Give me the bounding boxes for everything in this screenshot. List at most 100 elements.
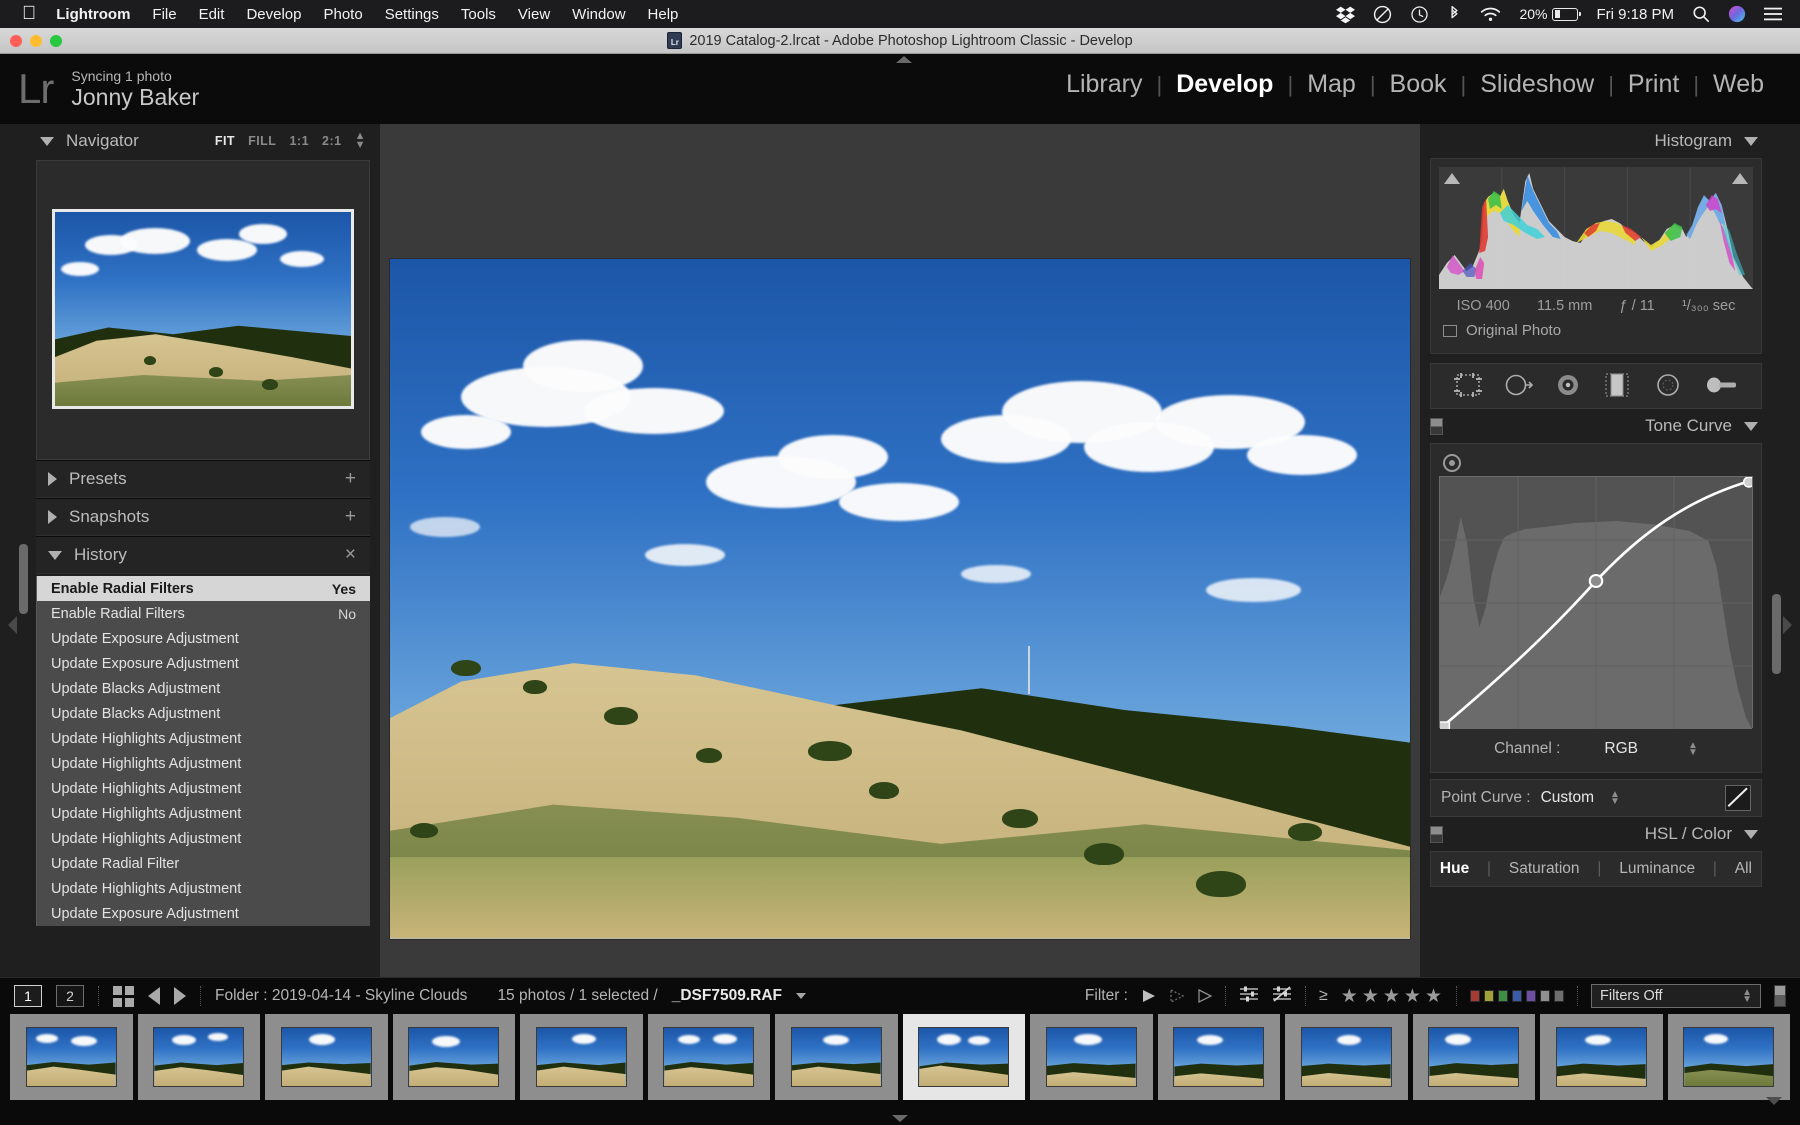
filmstrip-thumbnail[interactable] (10, 1014, 133, 1100)
chevron-right-icon[interactable] (48, 472, 57, 486)
chevron-down-icon[interactable] (1744, 137, 1758, 146)
tab-all[interactable]: All (1735, 860, 1752, 878)
right-panel-toggle-arrow[interactable] (1783, 616, 1792, 634)
bottom-panel-toggle-arrow[interactable] (892, 1115, 908, 1122)
hsl-color-header[interactable]: HSL / Color (1420, 817, 1772, 851)
histogram-graph[interactable] (1439, 167, 1753, 289)
history-row[interactable]: Update Exposure Adjustment (37, 901, 370, 926)
history-row[interactable]: Update Highlights Adjustment (37, 876, 370, 901)
filmstrip-thumbnail[interactable] (648, 1014, 771, 1100)
history-row[interactable]: Update Highlights Adjustment (37, 776, 370, 801)
virtual-copy-icon[interactable] (1272, 985, 1292, 1008)
identity-plate[interactable]: Syncing 1 photo Jonny Baker (71, 68, 199, 111)
original-photo-checkbox-icon[interactable] (1443, 325, 1457, 337)
flag-unflagged-icon[interactable] (1169, 988, 1184, 1004)
red-eye-tool-icon[interactable] (1554, 372, 1588, 400)
history-row[interactable]: Update Highlights Adjustment (37, 826, 370, 851)
spot-removal-tool-icon[interactable] (1503, 372, 1537, 400)
radial-filter-tool-icon[interactable] (1654, 372, 1688, 400)
search-icon[interactable] (1692, 5, 1710, 23)
menu-item-lightroom[interactable]: Lightroom (56, 6, 130, 23)
histogram-panel[interactable]: ISO 400 11.5 mm ƒ / 11 ¹/₃₀₀ sec Origina… (1430, 158, 1762, 354)
adjustment-brush-tool-icon[interactable] (1705, 372, 1739, 400)
snapshots-section-header[interactable]: Snapshots + (36, 498, 370, 536)
module-develop[interactable]: Develop (1162, 70, 1287, 99)
color-label-green[interactable] (1498, 990, 1508, 1002)
filmstrip-thumbnail[interactable] (1158, 1014, 1281, 1100)
dropbox-icon[interactable] (1336, 5, 1355, 24)
left-panel-toggle-arrow[interactable] (8, 616, 17, 634)
tab-luminance[interactable]: Luminance (1619, 860, 1695, 878)
filmstrip-thumbnail[interactable] (138, 1014, 261, 1100)
chevron-down-icon[interactable] (48, 551, 62, 560)
shadow-clipping-indicator[interactable] (1443, 171, 1461, 187)
history-row[interactable]: Enable Radial Filters No (37, 601, 370, 626)
menu-item-develop[interactable]: Develop (246, 6, 301, 23)
grid-view-icon[interactable] (113, 986, 134, 1007)
filmstrip-thumbnail-selected[interactable] (903, 1014, 1026, 1100)
filmstrip-thumbnail[interactable] (265, 1014, 388, 1100)
clear-history-icon[interactable]: × (345, 544, 356, 566)
module-slideshow[interactable]: Slideshow (1466, 70, 1608, 99)
filters-select[interactable]: Filters Off ▲▼ (1591, 984, 1761, 1008)
star-icon[interactable]: ★ (1383, 985, 1401, 1008)
chevron-down-icon[interactable] (1744, 830, 1758, 839)
minimize-button[interactable] (30, 35, 42, 47)
rating-stars[interactable]: ★ ★ ★ ★ ★ (1341, 985, 1443, 1008)
module-library[interactable]: Library (1052, 70, 1156, 99)
menu-item-tools[interactable]: Tools (461, 6, 496, 23)
color-label-none[interactable] (1554, 990, 1564, 1002)
flag-picked-icon[interactable] (1141, 988, 1156, 1004)
screen-layout-1-button[interactable]: 1 (14, 985, 42, 1007)
original-photo-row[interactable]: Original Photo (1439, 318, 1753, 345)
right-panel-scrollbar[interactable] (1772, 594, 1781, 674)
bluetooth-icon[interactable] (1447, 5, 1462, 24)
star-icon[interactable]: ★ (1404, 985, 1422, 1008)
control-center-list-icon[interactable] (1764, 6, 1782, 22)
filmstrip-thumbnail[interactable] (1413, 1014, 1536, 1100)
highlight-clipping-indicator[interactable] (1731, 171, 1749, 187)
zoom-mode-1-1[interactable]: 1:1 (289, 134, 309, 148)
module-web[interactable]: Web (1699, 70, 1778, 99)
history-row[interactable]: Update Highlights Adjustment (37, 726, 370, 751)
menu-item-file[interactable]: File (152, 6, 176, 23)
point-curve-stepper-icon[interactable]: ▲▼ (1610, 791, 1620, 805)
star-icon[interactable]: ★ (1341, 985, 1359, 1008)
main-photo[interactable] (390, 259, 1410, 939)
navigator-header[interactable]: Navigator FIT FILL 1:1 2:1 ▲▼ (28, 124, 380, 158)
filmstrip-thumbnail[interactable] (1668, 1014, 1791, 1100)
color-label-yellow[interactable] (1484, 990, 1494, 1002)
history-list[interactable]: Enable Radial Filters Yes Enable Radial … (36, 576, 370, 926)
menu-item-photo[interactable]: Photo (323, 6, 362, 23)
chevron-down-icon[interactable] (1744, 422, 1758, 431)
filmstrip-thumbnail[interactable] (1540, 1014, 1663, 1100)
point-curve-row[interactable]: Point Curve : Custom ▲▼ (1430, 779, 1762, 817)
channel-stepper-icon[interactable]: ▲▼ (1688, 742, 1698, 756)
master-photo-icon[interactable] (1239, 985, 1259, 1008)
tone-curve-channel-row[interactable]: Channel : RGB ▲▼ (1439, 728, 1753, 764)
hsl-panel-switch-icon[interactable] (1430, 826, 1443, 843)
history-row[interactable]: Update Exposure Adjustment (37, 651, 370, 676)
filmstrip-thumbnail[interactable] (1030, 1014, 1153, 1100)
star-icon[interactable]: ★ (1362, 985, 1380, 1008)
add-preset-icon[interactable]: + (345, 468, 356, 490)
source-folder-label[interactable]: Folder : 2019-04-14 - Skyline Clouds (215, 987, 467, 1005)
filter-lock-icon[interactable] (1774, 985, 1786, 1007)
menubar-clock[interactable]: Fri 9:18 PM (1596, 6, 1674, 23)
wifi-icon[interactable] (1480, 6, 1501, 23)
navigator-thumbnail[interactable] (52, 209, 354, 409)
battery-indicator[interactable]: 20% (1519, 6, 1578, 22)
maximize-button[interactable] (50, 35, 62, 47)
apple-logo-icon[interactable]:  (22, 4, 36, 23)
toggle-point-curve-icon[interactable] (1725, 785, 1751, 811)
arrow-right-icon[interactable] (174, 987, 186, 1005)
menu-item-window[interactable]: Window (572, 6, 625, 23)
graduated-filter-tool-icon[interactable] (1604, 372, 1638, 400)
left-panel-scrollbar[interactable] (19, 544, 28, 614)
history-row[interactable]: Update Blacks Adjustment (37, 676, 370, 701)
menu-item-help[interactable]: Help (648, 6, 679, 23)
arrow-left-icon[interactable] (148, 987, 160, 1005)
add-snapshot-icon[interactable]: + (345, 506, 356, 528)
navigator-preview-box[interactable] (36, 160, 370, 460)
selected-filename-label[interactable]: _DSF7509.RAF (672, 987, 782, 1005)
